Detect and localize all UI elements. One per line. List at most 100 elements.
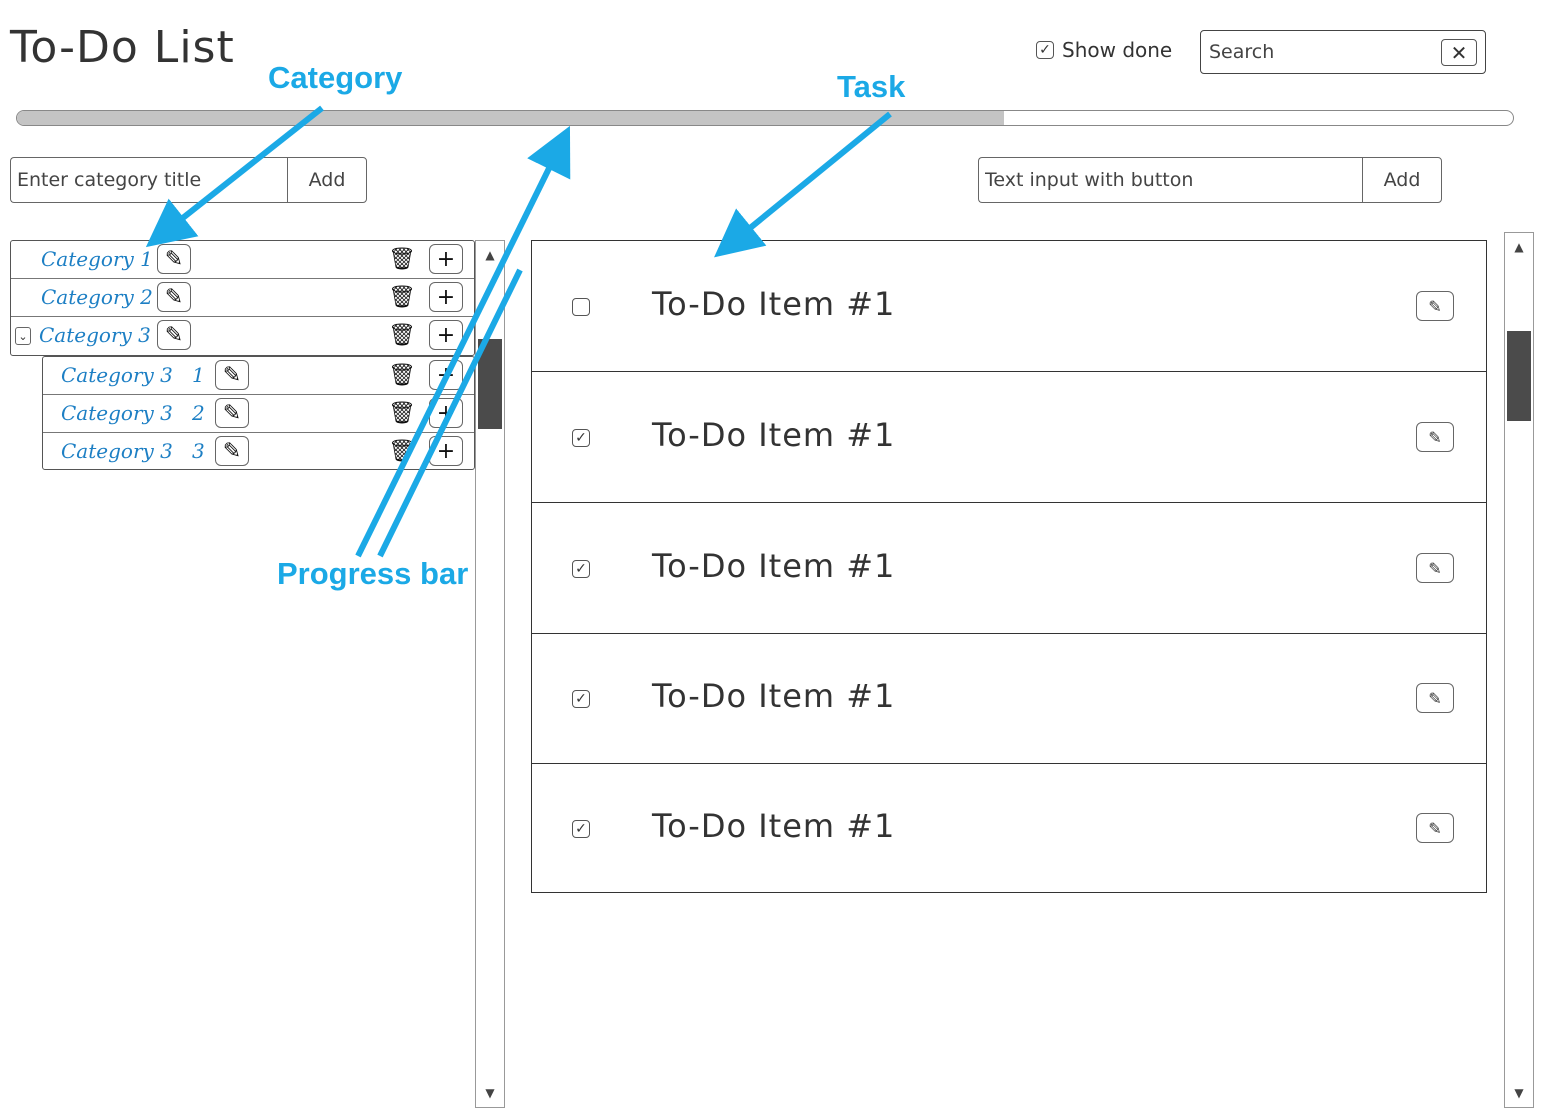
search-input[interactable] <box>1209 41 1434 63</box>
category-input-group: Add <box>10 157 367 203</box>
task-checkbox[interactable]: ✓ <box>572 820 590 838</box>
category-label[interactable]: Category 2 <box>41 285 153 309</box>
edit-icon: ✎ <box>222 400 242 426</box>
task-row: ✓ To-Do Item #1 ✎ <box>532 372 1486 503</box>
search-clear-button[interactable]: ✕ <box>1441 39 1477 66</box>
plus-icon: + <box>436 322 456 348</box>
subcategory-label[interactable]: Category 3 3 <box>61 439 205 463</box>
show-done-checkbox[interactable]: ✓ <box>1036 41 1054 59</box>
trash-icon: 🗑 <box>388 362 416 388</box>
delete-category-button[interactable]: 🗑 <box>385 244 419 274</box>
search-box: ✕ <box>1200 30 1486 74</box>
add-category-button[interactable]: Add <box>287 157 367 203</box>
trash-icon: 🗑 <box>388 438 416 464</box>
task-checkbox[interactable]: ✓ <box>572 690 590 708</box>
task-row: To-Do Item #1 ✎ <box>532 241 1486 372</box>
task-list: To-Do Item #1 ✎ ✓ To-Do Item #1 ✎ ✓ To-D… <box>531 240 1487 893</box>
chevron-down-icon[interactable]: ⌄ <box>15 327 31 345</box>
task-title: To-Do Item #1 <box>652 416 896 454</box>
edit-category-button[interactable]: ✎ <box>215 398 249 428</box>
add-subcategory-button[interactable]: + <box>429 244 463 274</box>
scroll-thumb[interactable] <box>1507 331 1531 421</box>
task-row: ✓ To-Do Item #1 ✎ <box>532 763 1486 894</box>
edit-icon: ✎ <box>1428 688 1442 708</box>
edit-icon: ✎ <box>222 362 242 388</box>
close-icon: ✕ <box>1450 40 1468 65</box>
plus-icon: + <box>436 438 456 464</box>
edit-task-button[interactable]: ✎ <box>1416 553 1454 583</box>
delete-category-button[interactable]: 🗑 <box>385 360 419 390</box>
trash-icon: 🗑 <box>388 246 416 272</box>
edit-icon: ✎ <box>164 246 184 272</box>
task-checkbox[interactable] <box>572 298 590 316</box>
subcategory-label[interactable]: Category 3 2 <box>61 401 205 425</box>
add-subcategory-button[interactable]: + <box>429 436 463 466</box>
edit-category-button[interactable]: ✎ <box>215 360 249 390</box>
task-checkbox[interactable]: ✓ <box>572 429 590 447</box>
edit-task-button[interactable]: ✎ <box>1416 813 1454 843</box>
plus-icon: + <box>436 284 456 310</box>
trash-icon: 🗑 <box>388 284 416 310</box>
scroll-up-icon[interactable]: ▲ <box>1505 237 1533 257</box>
category-row[interactable]: Category 1 ✎ 🗑 + <box>11 241 474 279</box>
edit-task-button[interactable]: ✎ <box>1416 683 1454 713</box>
task-scrollbar[interactable]: ▲ ▼ <box>1504 232 1534 1108</box>
delete-category-button[interactable]: 🗑 <box>385 398 419 428</box>
annotation-progress-bar: Progress bar <box>277 556 469 591</box>
scroll-down-icon[interactable]: ▼ <box>1505 1083 1533 1103</box>
task-title: To-Do Item #1 <box>652 677 896 715</box>
delete-category-button[interactable]: 🗑 <box>385 282 419 312</box>
add-subcategory-button[interactable]: + <box>429 282 463 312</box>
add-task-button[interactable]: Add <box>1362 157 1442 203</box>
edit-category-button[interactable]: ✎ <box>157 320 191 350</box>
category-title-input[interactable] <box>17 169 287 191</box>
edit-icon: ✎ <box>1428 427 1442 447</box>
add-subcategory-button[interactable]: + <box>429 360 463 390</box>
task-title: To-Do Item #1 <box>652 285 896 323</box>
task-input-group: Add <box>978 157 1442 203</box>
category-title-field <box>10 157 287 203</box>
edit-category-button[interactable]: ✎ <box>157 282 191 312</box>
edit-category-button[interactable]: ✎ <box>215 436 249 466</box>
scroll-thumb[interactable] <box>478 339 502 429</box>
show-done-label: Show done <box>1062 38 1173 62</box>
delete-category-button[interactable]: 🗑 <box>385 320 419 350</box>
edit-icon: ✎ <box>1428 558 1442 578</box>
add-subcategory-button[interactable]: + <box>429 320 463 350</box>
edit-icon: ✎ <box>164 284 184 310</box>
subcategory-row[interactable]: Category 3 2 ✎ 🗑 + <box>43 395 474 433</box>
plus-icon: + <box>436 362 456 388</box>
plus-icon: + <box>436 246 456 272</box>
annotation-task: Task <box>837 69 906 104</box>
task-row: ✓ To-Do Item #1 ✎ <box>532 633 1486 764</box>
category-row[interactable]: ⌄ Category 3 ✎ 🗑 + <box>11 317 474 355</box>
show-done-toggle[interactable]: ✓ Show done <box>1036 38 1172 62</box>
task-row: ✓ To-Do Item #1 ✎ <box>532 503 1486 634</box>
scroll-up-icon[interactable]: ▲ <box>476 245 504 265</box>
edit-icon: ✎ <box>222 438 242 464</box>
category-label[interactable]: Category 1 <box>41 247 153 271</box>
edit-category-button[interactable]: ✎ <box>157 244 191 274</box>
category-scrollbar[interactable]: ▲ ▼ <box>475 240 505 1108</box>
category-label[interactable]: Category 3 <box>39 323 151 347</box>
page-title: To-Do List <box>10 22 235 73</box>
edit-icon: ✎ <box>164 322 184 348</box>
edit-task-button[interactable]: ✎ <box>1416 291 1454 321</box>
subcategory-label[interactable]: Category 3 1 <box>61 363 205 387</box>
progress-bar <box>16 110 1514 126</box>
task-title: To-Do Item #1 <box>652 807 896 845</box>
subcategory-row[interactable]: Category 3 3 ✎ 🗑 + <box>43 433 474 471</box>
task-title: To-Do Item #1 <box>652 547 896 585</box>
category-row[interactable]: Category 2 ✎ 🗑 + <box>11 279 474 317</box>
trash-icon: 🗑 <box>388 400 416 426</box>
add-subcategory-button[interactable]: + <box>429 398 463 428</box>
task-title-field <box>978 157 1362 203</box>
task-title-input[interactable] <box>985 169 1362 191</box>
delete-category-button[interactable]: 🗑 <box>385 436 419 466</box>
task-arrow <box>714 111 892 258</box>
scroll-down-icon[interactable]: ▼ <box>476 1083 504 1103</box>
task-checkbox[interactable]: ✓ <box>572 560 590 578</box>
progress-fill <box>17 111 1005 125</box>
edit-task-button[interactable]: ✎ <box>1416 422 1454 452</box>
subcategory-row[interactable]: Category 3 1 ✎ 🗑 + <box>43 357 474 395</box>
